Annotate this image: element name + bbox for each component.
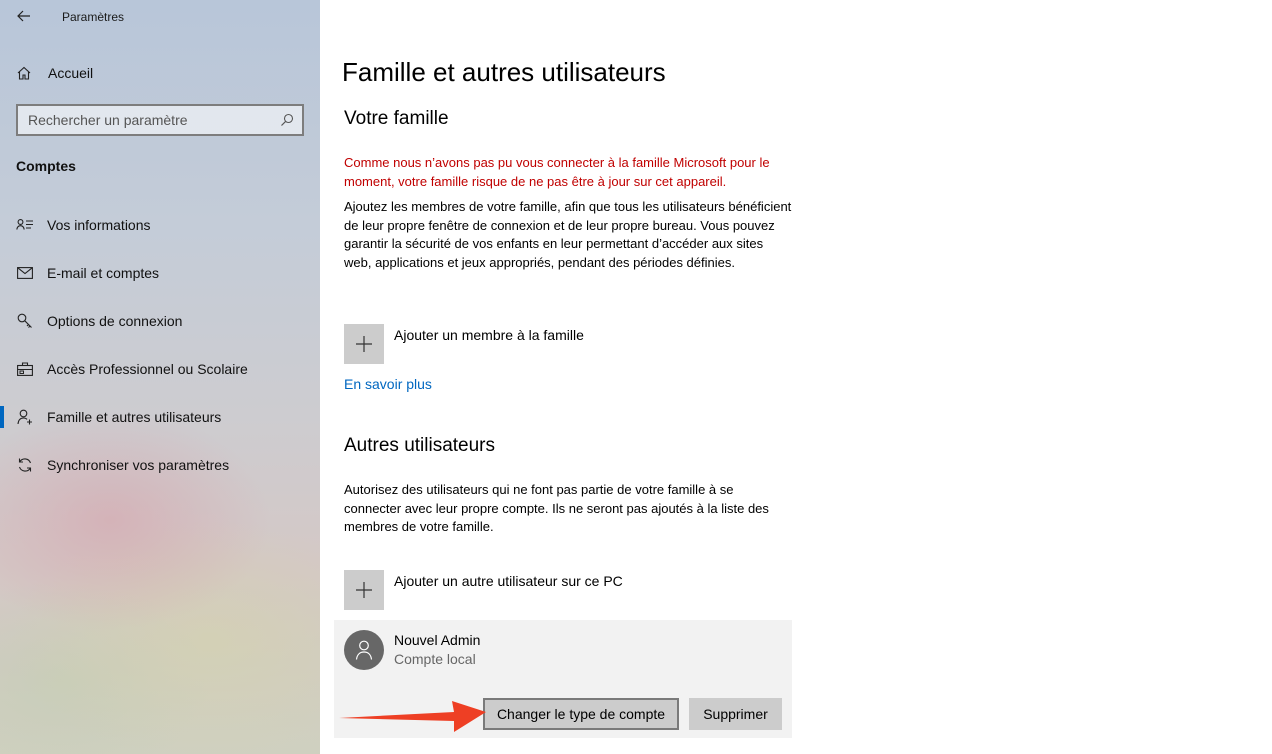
back-arrow-icon [17, 10, 30, 22]
plus-icon [344, 324, 384, 364]
change-account-type-button[interactable]: Changer le type de compte [483, 698, 679, 730]
app-title: Paramètres [62, 10, 125, 24]
title-bar: Paramètres [0, 0, 320, 34]
search-input[interactable] [28, 112, 268, 128]
search-icon[interactable] [280, 113, 294, 127]
mail-icon [16, 264, 34, 282]
sync-icon [16, 456, 34, 474]
back-button[interactable] [12, 4, 36, 28]
sidebar-item-synchroniser[interactable]: Synchroniser vos paramètres [0, 441, 320, 489]
plus-icon [344, 570, 384, 610]
sidebar-item-label: E-mail et comptes [47, 265, 160, 281]
family-warning: Comme nous n’avons pas pu vous connecter… [344, 155, 770, 189]
sidebar-item-connexion[interactable]: Options de connexion [0, 297, 320, 345]
delete-user-button[interactable]: Supprimer [689, 698, 782, 730]
learn-more-link[interactable]: En savoir plus [344, 376, 432, 392]
home-label: Accueil [48, 65, 94, 81]
section-label: Comptes [16, 158, 76, 174]
sidebar-item-label: Options de connexion [47, 313, 183, 329]
person-card-icon [16, 216, 34, 234]
family-heading: Votre famille [344, 108, 449, 129]
sidebar-item-label: Vos informations [47, 217, 151, 233]
sidebar: Paramètres Accueil Comptes Vos informati… [0, 0, 320, 754]
sidebar-item-acces-pro[interactable]: Accès Professionnel ou Scolaire [0, 345, 320, 393]
briefcase-icon [16, 360, 34, 378]
annotation-arrow-icon [339, 701, 486, 732]
other-users-description: Autorisez des utilisateurs qui ne font p… [344, 482, 769, 534]
add-other-user-label: Ajouter un autre utilisateur sur ce PC [394, 573, 623, 589]
user-name: Nouvel Admin [394, 632, 481, 648]
page-title: Famille et autres utilisateurs [342, 57, 666, 87]
sidebar-item-famille[interactable]: Famille et autres utilisateurs [0, 393, 320, 441]
sidebar-item-email[interactable]: E-mail et comptes [0, 249, 320, 297]
add-family-member-label: Ajouter un membre à la famille [394, 327, 584, 343]
sidebar-home[interactable]: Accueil [16, 62, 93, 84]
sidebar-item-label: Famille et autres utilisateurs [47, 409, 222, 425]
person-add-icon [16, 408, 34, 426]
main-content: Famille et autres utilisateurs Votre fam… [320, 0, 1272, 754]
family-description: Ajoutez les membres de votre famille, af… [344, 199, 792, 270]
search-box[interactable] [16, 104, 304, 136]
home-icon [17, 66, 31, 80]
user-account-type: Compte local [394, 651, 476, 667]
sidebar-item-label: Synchroniser vos paramètres [47, 457, 230, 473]
sidebar-item-label: Accès Professionnel ou Scolaire [47, 361, 248, 377]
add-family-member-button[interactable]: Ajouter un membre à la famille [344, 324, 584, 364]
other-users-heading: Autres utilisateurs [344, 435, 496, 456]
key-icon [16, 312, 34, 330]
add-other-user-button[interactable]: Ajouter un autre utilisateur sur ce PC [344, 570, 623, 610]
sidebar-nav: Vos informations E-mail et comptes Optio… [0, 201, 320, 489]
user-avatar-icon [344, 630, 384, 670]
sidebar-item-vos-informations[interactable]: Vos informations [0, 201, 320, 249]
